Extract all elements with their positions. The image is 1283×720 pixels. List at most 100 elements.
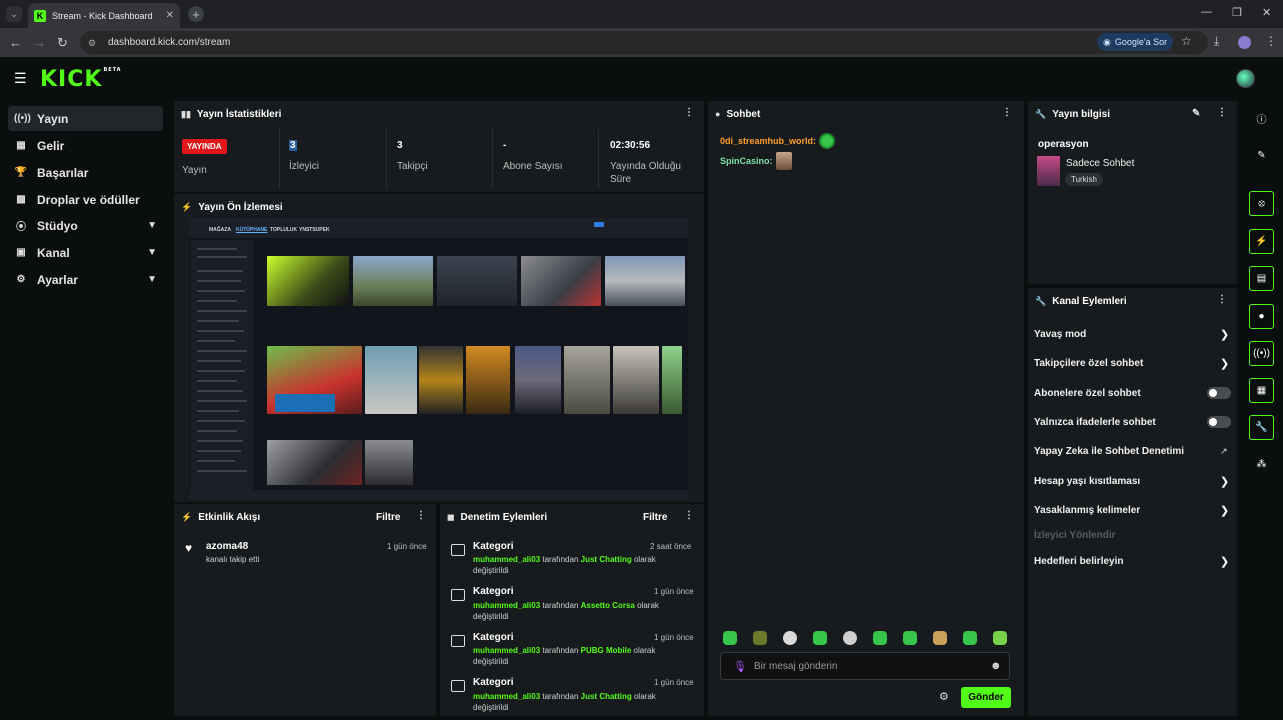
user-avatar[interactable]: [1236, 69, 1255, 88]
forward-icon[interactable]: →: [33, 35, 46, 50]
activity-user[interactable]: azoma48: [206, 541, 248, 552]
chevron-right-icon[interactable]: ❯: [1220, 475, 1229, 488]
chevron-right-icon[interactable]: ❯: [1220, 328, 1229, 341]
chat-icon[interactable]: ●: [1249, 304, 1274, 329]
game-thumbnail: [662, 346, 682, 414]
action-banned-words[interactable]: Yasaklanmış kelimeler: [1034, 505, 1140, 516]
info-icon[interactable]: ⓘ: [1249, 106, 1274, 131]
new-tab-button[interactable]: +: [188, 6, 204, 22]
kebab-menu-icon[interactable]: ⋮: [684, 107, 694, 118]
chat-username[interactable]: 0di_streamhub_world:: [720, 136, 816, 146]
bookmark-star-icon[interactable]: ☆: [1181, 34, 1192, 48]
edit-pencil-icon[interactable]: ✎: [1192, 108, 1200, 119]
gear-icon: ⚙: [16, 274, 26, 285]
browser-menu-icon[interactable]: ⋮: [1265, 34, 1277, 48]
emote-icon[interactable]: [813, 631, 827, 645]
stream-info-panel: 🔧 Yayın bilgisi ✎ ⋮ operasyon Sadece Soh…: [1028, 101, 1237, 284]
emoji-picker-icon[interactable]: ☻: [990, 660, 1002, 672]
emote-icon[interactable]: [903, 631, 917, 645]
action-followers-only[interactable]: Takipçilere özel sohbet: [1034, 358, 1143, 369]
moderation-icon[interactable]: ⦻: [1249, 191, 1274, 216]
tab-close-icon[interactable]: ✕: [166, 10, 174, 21]
sidebar-item-kanal[interactable]: ▣ Kanal ▼: [8, 240, 163, 265]
microphone-icon[interactable]: 🎙: [733, 660, 747, 673]
chevron-right-icon[interactable]: ❯: [1220, 504, 1229, 517]
preview-nav-item: KÜTÜPHANE: [236, 227, 268, 233]
stream-preview-video[interactable]: MAĞAZA KÜTÜPHANE TOPLULUK YNSTSUPEK: [189, 218, 688, 500]
action-host-viewers: İzleyici Yönlendir: [1034, 530, 1116, 541]
action-slow-mode[interactable]: Yavaş mod: [1034, 329, 1086, 340]
chat-panel: ● Sohbet ⋮: [708, 101, 1024, 716]
stream-category[interactable]: Sadece Sohbet: [1066, 158, 1134, 169]
edit-icon[interactable]: ✎: [1249, 143, 1274, 168]
tab-search-icon[interactable]: ⌄: [6, 6, 22, 22]
channel-actions-panel: 🔧 Kanal Eylemleri ⋮: [1028, 288, 1237, 716]
sidebar-item-yayin[interactable]: ((•)) Yayın: [8, 106, 163, 131]
google-lens-button[interactable]: ◉ Google'a Sor: [1097, 33, 1174, 51]
emote-icon[interactable]: [723, 631, 737, 645]
browser-tab[interactable]: K Stream - Kick Dashboard ✕: [28, 3, 180, 28]
stream-preview-header: ⚡ Yayın Ön İzlemesi: [174, 194, 704, 220]
chat-emote-icon: [819, 133, 835, 149]
chat-username[interactable]: SpinCasino:: [720, 156, 773, 166]
sidebar-item-gelir[interactable]: ▦ Gelir: [8, 133, 163, 158]
chat-input[interactable]: 🎙 Bir mesaj gönderin ☻: [720, 652, 1010, 680]
back-icon[interactable]: ←: [9, 35, 22, 50]
sidebar-item-studyo[interactable]: ⦿ Stüdyo ▼: [8, 213, 163, 238]
lightning-icon[interactable]: ⚡: [1249, 229, 1274, 254]
download-icon[interactable]: ⤓: [1214, 34, 1219, 49]
sidebar-item-basarilar[interactable]: 🏆 Başarılar: [8, 160, 163, 185]
emote-icon[interactable]: [993, 631, 1007, 645]
url-text: dashboard.kick.com/stream: [108, 37, 231, 48]
add-widget-icon[interactable]: ⁂: [1249, 452, 1274, 477]
emote-icon[interactable]: [963, 631, 977, 645]
trophy-icon: 🏆: [14, 167, 28, 178]
close-window-icon[interactable]: ✕: [1262, 6, 1271, 19]
kebab-menu-icon[interactable]: ⋮: [1217, 107, 1227, 118]
kick-logo[interactable]: KICKBETA: [40, 67, 122, 92]
game-thumbnail: [437, 256, 517, 306]
preview-nav-item: MAĞAZA: [209, 227, 231, 233]
emote-icon[interactable]: [873, 631, 887, 645]
layout-icon[interactable]: ▦: [1249, 378, 1274, 403]
broadcast-icon[interactable]: ((•)): [1249, 341, 1274, 366]
sidebar-item-label: Başarılar: [37, 165, 89, 180]
profile-icon[interactable]: [1238, 36, 1251, 49]
action-set-goals[interactable]: Hedefleri belirleyin: [1034, 556, 1123, 567]
emote-icon[interactable]: [933, 631, 947, 645]
google-lens-label: Google'a Sor: [1114, 37, 1168, 47]
sidebar-item-droplar[interactable]: ▩ Droplar ve ödüller: [8, 187, 163, 212]
chevron-right-icon[interactable]: ❯: [1220, 555, 1229, 568]
filter-button[interactable]: Filtre: [376, 512, 400, 523]
chevron-right-icon[interactable]: ❯: [1220, 357, 1229, 370]
gift-icon: ▩: [16, 194, 26, 205]
hamburger-menu-icon[interactable]: ☰: [14, 70, 27, 87]
reload-icon[interactable]: ↻: [57, 35, 68, 51]
action-account-age[interactable]: Hesap yaşı kısıtlaması: [1034, 476, 1140, 487]
send-button[interactable]: Gönder: [961, 687, 1011, 708]
kebab-menu-icon[interactable]: ⋮: [1002, 107, 1012, 118]
kebab-menu-icon[interactable]: ⋮: [1217, 294, 1227, 305]
maximize-icon[interactable]: ❐: [1232, 6, 1242, 19]
action-ai-moderation[interactable]: Yapay Zeka ile Sohbet Denetimi: [1034, 446, 1184, 457]
emote-icon[interactable]: [783, 631, 797, 645]
stat-subs: - Abone Sayısı: [495, 129, 599, 189]
subscribers-only-toggle[interactable]: [1207, 387, 1231, 399]
url-field[interactable]: ⚙ dashboard.kick.com/stream: [80, 31, 1208, 54]
kebab-menu-icon[interactable]: ⋮: [684, 510, 694, 521]
sidebar-item-ayarlar[interactable]: ⚙ Ayarlar ▼: [8, 267, 163, 292]
filter-button[interactable]: Filtre: [643, 512, 667, 523]
kebab-menu-icon[interactable]: ⋮: [416, 510, 426, 521]
emote-icon[interactable]: [843, 631, 857, 645]
clipboard-icon[interactable]: ▤: [1249, 266, 1274, 291]
site-info-icon[interactable]: ⚙: [88, 38, 100, 48]
minimize-icon[interactable]: —: [1201, 6, 1212, 18]
external-link-icon[interactable]: ↗: [1220, 446, 1228, 457]
chat-settings-gear-icon[interactable]: ⚙: [939, 690, 949, 703]
emotes-only-toggle[interactable]: [1207, 416, 1231, 428]
wrench-icon[interactable]: 🔧: [1249, 415, 1274, 440]
game-thumbnail: [564, 346, 610, 414]
mod-action-desc: muhammed_ali03 tarafından Just Chatting …: [473, 692, 656, 712]
emote-icon[interactable]: [753, 631, 767, 645]
stream-stats-header: ▮▮ Yayın İstatistikleri ⋮: [174, 101, 704, 127]
